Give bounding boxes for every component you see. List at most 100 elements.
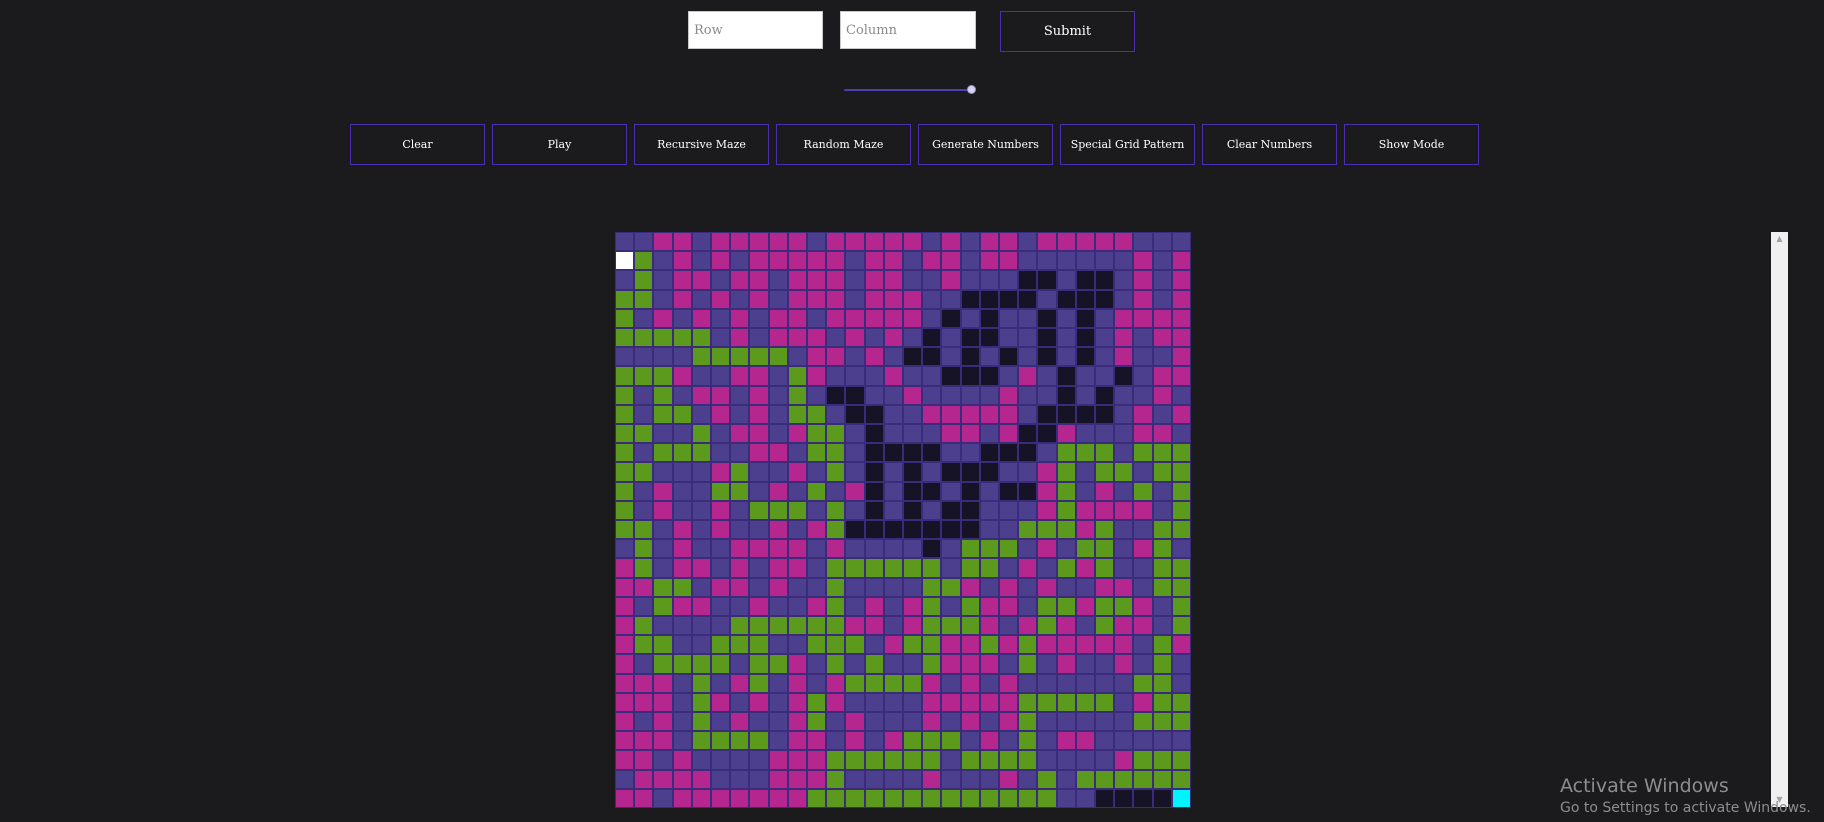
cell-magenta[interactable] [1076,520,1095,539]
cell-green[interactable] [634,270,653,290]
cell-magenta[interactable] [788,789,807,808]
cell-magenta[interactable] [884,328,903,347]
cell-empty[interactable] [788,578,807,597]
cell-empty[interactable] [961,386,980,405]
cell-magenta[interactable] [961,578,980,597]
cell-empty[interactable] [711,616,730,635]
cell-empty[interactable] [1133,462,1153,482]
cell-magenta[interactable] [769,309,788,328]
cell-empty[interactable] [1172,654,1191,674]
cell-wall[interactable] [922,443,941,462]
cell-magenta[interactable] [903,232,922,251]
cell-empty[interactable] [1076,750,1095,770]
cell-empty[interactable] [1076,616,1095,635]
cell-magenta[interactable] [673,750,692,770]
cell-wall[interactable] [941,366,961,386]
cell-empty[interactable] [884,501,903,520]
cell-empty[interactable] [922,424,941,443]
cell-empty[interactable] [1057,347,1076,366]
cell-green[interactable] [1172,712,1191,731]
cell-green[interactable] [884,789,903,808]
cell-green[interactable] [845,674,865,693]
cell-magenta[interactable] [769,232,788,251]
cell-magenta[interactable] [769,578,788,597]
cell-magenta[interactable] [1057,616,1076,635]
cell-empty[interactable] [903,424,922,443]
cell-wall[interactable] [1076,328,1095,347]
cell-empty[interactable] [1037,290,1057,309]
cell-wall[interactable] [1095,270,1114,290]
cell-empty[interactable] [807,232,826,251]
cell-empty[interactable] [1153,616,1172,635]
cell-green[interactable] [788,386,807,405]
cell-magenta[interactable] [730,424,749,443]
cell-magenta[interactable] [692,270,711,290]
cell-empty[interactable] [903,405,922,424]
cell-wall[interactable] [980,443,999,462]
cell-empty[interactable] [941,482,961,501]
cell-green[interactable] [865,674,884,693]
cell-wall[interactable] [961,482,980,501]
cell-magenta[interactable] [1114,635,1133,654]
cell-green[interactable] [673,405,692,424]
cell-empty[interactable] [749,520,769,539]
cell-green[interactable] [922,731,941,750]
cell-magenta[interactable] [941,405,961,424]
cell-empty[interactable] [769,712,788,731]
cell-magenta[interactable] [788,750,807,770]
cell-magenta[interactable] [999,674,1018,693]
cell-empty[interactable] [749,770,769,789]
cell-magenta[interactable] [1172,290,1191,309]
cell-empty[interactable] [884,654,903,674]
cell-magenta[interactable] [1037,578,1057,597]
cell-magenta[interactable] [769,520,788,539]
cell-empty[interactable] [807,386,826,405]
cell-green[interactable] [865,750,884,770]
cell-magenta[interactable] [980,405,999,424]
cell-empty[interactable] [1114,520,1133,539]
cell-empty[interactable] [884,462,903,482]
cell-empty[interactable] [711,270,730,290]
cell-empty[interactable] [845,424,865,443]
cell-green[interactable] [922,578,941,597]
cell-empty[interactable] [1076,482,1095,501]
cell-empty[interactable] [980,424,999,443]
cell-green[interactable] [730,347,749,366]
cell-empty[interactable] [634,309,653,328]
cell-empty[interactable] [807,539,826,558]
cell-empty[interactable] [1172,674,1191,693]
cell-magenta[interactable] [673,251,692,270]
cell-empty[interactable] [730,654,749,674]
cell-empty[interactable] [769,386,788,405]
cell-empty[interactable] [1018,405,1037,424]
cell-empty[interactable] [1076,578,1095,597]
cell-green[interactable] [903,789,922,808]
cell-empty[interactable] [1095,328,1114,347]
cell-green[interactable] [1037,770,1057,789]
cell-green[interactable] [1076,693,1095,712]
cell-empty[interactable] [941,674,961,693]
cell-empty[interactable] [692,520,711,539]
cell-empty[interactable] [845,270,865,290]
cell-empty[interactable] [692,539,711,558]
cell-green[interactable] [826,558,845,578]
cell-empty[interactable] [1114,693,1133,712]
cell-green[interactable] [692,654,711,674]
cell-magenta[interactable] [922,674,941,693]
cell-green[interactable] [941,578,961,597]
cell-green[interactable] [903,558,922,578]
cell-empty[interactable] [1114,270,1133,290]
cell-empty[interactable] [1133,654,1153,674]
cell-empty[interactable] [884,693,903,712]
cell-magenta[interactable] [730,712,749,731]
cell-magenta[interactable] [749,597,769,616]
cell-green[interactable] [653,654,673,674]
cell-magenta[interactable] [1133,597,1153,616]
cell-empty[interactable] [999,462,1018,482]
cell-magenta[interactable] [1114,578,1133,597]
cell-green[interactable] [1153,558,1172,578]
cell-empty[interactable] [673,309,692,328]
cell-green[interactable] [634,251,653,270]
cell-green[interactable] [615,328,634,347]
cell-magenta[interactable] [884,309,903,328]
